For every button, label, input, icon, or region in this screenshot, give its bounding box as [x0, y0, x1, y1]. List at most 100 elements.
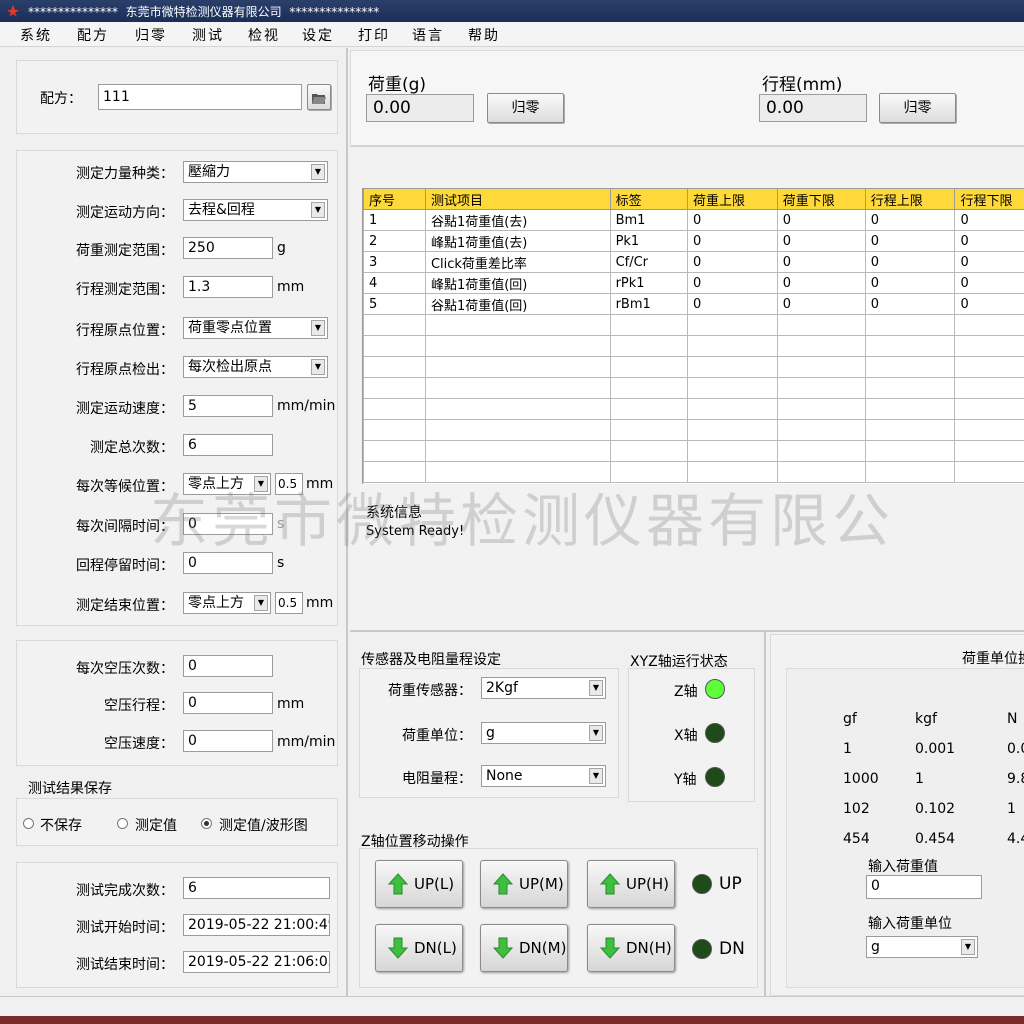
up-mid-button[interactable]: UP(M)	[480, 860, 568, 908]
table-cell[interactable]	[954, 314, 1024, 336]
up-low-button[interactable]: UP(L)	[375, 860, 463, 908]
table-cell[interactable]: 0	[776, 230, 866, 252]
recipe-input[interactable]: 111	[98, 84, 302, 110]
table-cell[interactable]: 0	[954, 272, 1024, 294]
table-cell[interactable]: 0	[686, 251, 778, 273]
col-load-lower[interactable]: 荷重下限	[776, 188, 866, 210]
table-cell[interactable]	[609, 335, 688, 357]
table-cell[interactable]	[363, 398, 426, 420]
menu-language[interactable]: 语言	[412, 25, 444, 45]
load-zero-button[interactable]: 归零	[487, 93, 564, 123]
table-cell[interactable]: 0	[954, 251, 1024, 273]
table-cell[interactable]	[686, 356, 778, 378]
table-cell[interactable]: Pk1	[609, 230, 688, 252]
table-cell[interactable]: 0	[776, 272, 866, 294]
stroke-range-input[interactable]: 1.3	[183, 276, 273, 298]
save-waveform-label[interactable]: 测定值/波形图	[219, 815, 308, 835]
table-row[interactable]	[363, 314, 1024, 336]
table-cell[interactable]	[363, 419, 426, 441]
table-cell[interactable]	[609, 314, 688, 336]
table-cell[interactable]	[776, 419, 866, 441]
idle-stroke-input[interactable]: 0	[183, 692, 273, 714]
table-cell[interactable]: 谷點1荷重值(去)	[424, 209, 611, 231]
table-cell[interactable]: 0	[776, 251, 866, 273]
table-cell[interactable]	[776, 440, 866, 462]
table-cell[interactable]	[609, 461, 688, 483]
table-cell[interactable]: 0	[864, 272, 956, 294]
idle-count-input[interactable]: 0	[183, 655, 273, 677]
save-none-label[interactable]: 不保存	[40, 815, 82, 835]
down-high-button[interactable]: DN(H)	[587, 924, 675, 972]
col-tag[interactable]: 标签	[609, 188, 688, 210]
col-load-upper[interactable]: 荷重上限	[686, 188, 778, 210]
table-cell[interactable]: 谷點1荷重值(回)	[424, 293, 611, 315]
table-cell[interactable]	[686, 398, 778, 420]
table-cell[interactable]	[776, 461, 866, 483]
table-cell[interactable]	[864, 419, 956, 441]
col-item[interactable]: 测试项目	[424, 188, 611, 210]
table-cell[interactable]: 0	[954, 209, 1024, 231]
open-folder-button[interactable]	[307, 84, 331, 110]
resist-select[interactable]: None ▼	[481, 765, 606, 787]
wait-pos-offset-input[interactable]: 0.5	[275, 473, 303, 495]
down-low-button[interactable]: DN(L)	[375, 924, 463, 972]
table-cell[interactable]	[776, 356, 866, 378]
col-index[interactable]: 序号	[363, 188, 426, 210]
table-cell[interactable]	[954, 335, 1024, 357]
menu-settings[interactable]: 设定	[302, 25, 334, 45]
table-cell[interactable]: Cf/Cr	[609, 251, 688, 273]
table-cell[interactable]	[864, 461, 956, 483]
table-cell[interactable]	[609, 398, 688, 420]
save-value-label[interactable]: 测定值	[135, 815, 177, 835]
table-cell[interactable]	[776, 335, 866, 357]
save-none-radio[interactable]	[23, 818, 34, 829]
table-cell[interactable]	[864, 314, 956, 336]
table-cell[interactable]	[864, 440, 956, 462]
sensor-select[interactable]: 2Kgf ▼	[481, 677, 606, 699]
conv-unit-select[interactable]: g ▼	[866, 936, 978, 958]
table-cell[interactable]: 2	[363, 230, 426, 252]
table-cell[interactable]	[686, 377, 778, 399]
col-stroke-lower[interactable]: 行程下限	[954, 188, 1024, 210]
table-cell[interactable]	[776, 398, 866, 420]
table-cell[interactable]	[864, 356, 956, 378]
end-pos-select[interactable]: 零点上方 ▼	[183, 592, 271, 614]
table-cell[interactable]	[686, 440, 778, 462]
table-cell[interactable]	[363, 356, 426, 378]
table-cell[interactable]	[609, 440, 688, 462]
table-row[interactable]	[363, 461, 1024, 483]
table-cell[interactable]	[686, 419, 778, 441]
direction-select[interactable]: 去程&回程 ▼	[183, 199, 328, 221]
table-cell[interactable]	[363, 377, 426, 399]
interval-input[interactable]: 0	[183, 513, 273, 535]
table-cell[interactable]: 5	[363, 293, 426, 315]
table-cell[interactable]	[609, 356, 688, 378]
table-cell[interactable]	[424, 440, 611, 462]
splitter[interactable]	[346, 48, 348, 996]
table-cell[interactable]	[954, 419, 1024, 441]
table-cell[interactable]: 0	[864, 293, 956, 315]
table-cell[interactable]: rBm1	[609, 293, 688, 315]
table-cell[interactable]: 0	[686, 293, 778, 315]
table-row[interactable]	[363, 419, 1024, 441]
col-stroke-upper[interactable]: 行程上限	[864, 188, 956, 210]
table-cell[interactable]: 0	[864, 230, 956, 252]
table-cell[interactable]	[864, 398, 956, 420]
table-cell[interactable]: 峰點1荷重值(去)	[424, 230, 611, 252]
table-cell[interactable]: Click荷重差比率	[424, 251, 611, 273]
table-cell[interactable]: 1	[363, 209, 426, 231]
table-cell[interactable]: 0	[864, 251, 956, 273]
menu-view[interactable]: 检视	[248, 25, 280, 45]
table-cell[interactable]: 4	[363, 272, 426, 294]
table-cell[interactable]	[363, 461, 426, 483]
return-dwell-input[interactable]: 0	[183, 552, 273, 574]
wait-pos-select[interactable]: 零点上方 ▼	[183, 473, 271, 495]
table-cell[interactable]	[864, 377, 956, 399]
table-cell[interactable]	[686, 461, 778, 483]
table-cell[interactable]	[424, 377, 611, 399]
table-cell[interactable]	[424, 314, 611, 336]
table-cell[interactable]: 0	[954, 293, 1024, 315]
menu-zero[interactable]: 归零	[135, 25, 167, 45]
idle-speed-input[interactable]: 0	[183, 730, 273, 752]
table-cell[interactable]: 0	[686, 272, 778, 294]
